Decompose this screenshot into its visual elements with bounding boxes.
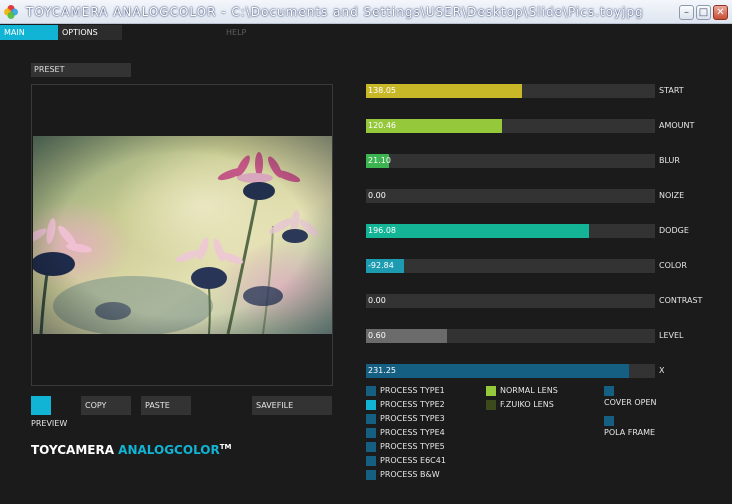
frame-option-label-2: POLA FRAME	[604, 428, 656, 437]
slider-amount-value: 120.46	[368, 121, 396, 130]
process-type-checkbox-2[interactable]	[366, 400, 376, 410]
tab-options[interactable]: OPTIONS	[58, 25, 122, 40]
preset-dropdown[interactable]: PRESET	[31, 63, 131, 77]
minimize-button[interactable]: –	[679, 5, 694, 20]
tab-help[interactable]: HELP	[222, 25, 272, 40]
process-type-label-5: PROCESS TYPE5	[380, 442, 445, 451]
slider-contrast-value: 0.00	[368, 296, 386, 305]
close-button[interactable]: ✕	[713, 5, 728, 20]
title-bar: TOYCAMERA ANALOGCOLOR - C:\Documents and…	[0, 0, 732, 24]
slider-level-label: LEVEL	[659, 331, 684, 340]
slider-x[interactable]: 231.25	[366, 364, 655, 378]
slider-level[interactable]: 0.60	[366, 329, 655, 343]
slider-blur[interactable]: 21.10	[366, 154, 655, 168]
slider-contrast[interactable]: 0.00	[366, 294, 655, 308]
preview-panel	[31, 84, 333, 386]
slider-color[interactable]: -92.84	[366, 259, 655, 273]
process-type-checkbox-7[interactable]	[366, 470, 376, 480]
slider-x-value: 231.25	[368, 366, 396, 375]
slider-contrast-label: CONTRAST	[659, 296, 703, 305]
lens-label-2: F.ZUIKO LENS	[500, 400, 554, 409]
process-type-label-1: PROCESS TYPE1	[380, 386, 445, 395]
slider-start-value: 138.05	[368, 86, 396, 95]
slider-dodge[interactable]: 196.08	[366, 224, 655, 238]
process-type-label-7: PROCESS B&W	[380, 470, 440, 479]
slider-noize-value: 0.00	[368, 191, 386, 200]
slider-start[interactable]: 138.05	[366, 84, 655, 98]
lens-checkbox-2[interactable]	[486, 400, 496, 410]
slider-noize[interactable]: 0.00	[366, 189, 655, 203]
slider-dodge-value: 196.08	[368, 226, 396, 235]
process-type-checkbox-1[interactable]	[366, 386, 376, 396]
lens-label-1: NORMAL LENS	[500, 386, 558, 395]
process-type-label-2: PROCESS TYPE2	[380, 400, 445, 409]
slider-start-label: START	[659, 86, 684, 95]
savefile-button[interactable]: SAVEFILE	[252, 396, 332, 415]
process-type-checkbox-3[interactable]	[366, 414, 376, 424]
lens-checkbox-1[interactable]	[486, 386, 496, 396]
brand-logo: TOYCAMERA ANALOGCOLORTM	[31, 443, 232, 457]
paste-button[interactable]: PASTE	[141, 396, 191, 415]
process-type-label-6: PROCESS E6C41	[380, 456, 446, 465]
slider-x-fill	[366, 364, 629, 378]
frame-option-label-1: COVER OPEN	[604, 398, 657, 407]
slider-x-label: X	[659, 366, 665, 375]
slider-level-value: 0.60	[368, 331, 386, 340]
maximize-button[interactable]: □	[696, 5, 711, 20]
slider-noize-label: NOIZE	[659, 191, 685, 200]
slider-amount-label: AMOUNT	[659, 121, 695, 130]
slider-color-value: -92.84	[368, 261, 394, 270]
slider-blur-value: 21.10	[368, 156, 391, 165]
process-type-label-4: PROCESS TYPE4	[380, 428, 445, 437]
preview-button[interactable]	[31, 396, 51, 415]
slider-dodge-fill	[366, 224, 589, 238]
app-body: MAIN OPTIONS HELP PRESET PREVIEW COPY PA…	[0, 24, 732, 504]
slider-color-label: COLOR	[659, 261, 687, 270]
preview-photo	[33, 136, 332, 334]
slider-dodge-label: DODGE	[659, 226, 689, 235]
copy-button[interactable]: COPY	[81, 396, 131, 415]
window-title: TOYCAMERA ANALOGCOLOR - C:\Documents and…	[26, 5, 644, 19]
frame-option-checkbox-2[interactable]	[604, 416, 614, 426]
process-type-label-3: PROCESS TYPE3	[380, 414, 445, 423]
frame-option-checkbox-1[interactable]	[604, 386, 614, 396]
process-type-checkbox-6[interactable]	[366, 456, 376, 466]
app-logo-icon	[4, 5, 18, 19]
tab-main[interactable]: MAIN	[0, 25, 58, 40]
process-type-checkbox-4[interactable]	[366, 428, 376, 438]
process-type-checkbox-5[interactable]	[366, 442, 376, 452]
slider-amount[interactable]: 120.46	[366, 119, 655, 133]
slider-blur-label: BLUR	[659, 156, 680, 165]
preview-label: PREVIEW	[31, 419, 68, 428]
